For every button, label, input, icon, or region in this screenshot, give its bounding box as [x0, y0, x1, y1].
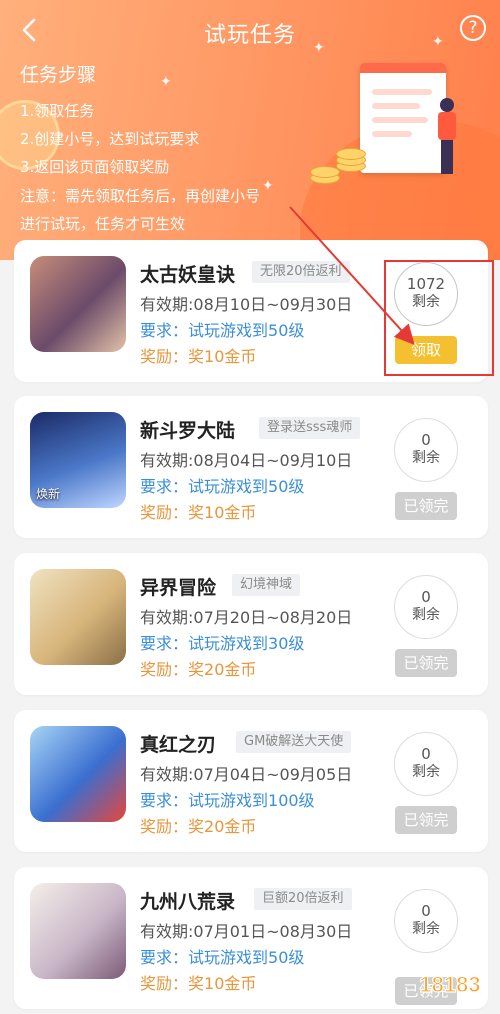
remaining-counter: 0 剩余 [394, 575, 458, 639]
game-thumbnail: 焕新 [30, 412, 126, 508]
requirement-row: 要求：试玩游戏到50级 [140, 321, 305, 340]
game-name: 新斗罗大陆 [140, 420, 236, 442]
claimed-out-button[interactable]: 已领完 [395, 492, 457, 520]
task-card[interactable]: 焕新 新斗罗大陆 登录送sss魂师 有效期:08月04日~09月10日 要求：试… [14, 396, 488, 538]
header-banner: 试玩任务 ? ✦ ✦ ✦ ✦ 任务步骤 1.领取任务 2.创建小号，达到试玩要求… [0, 0, 500, 260]
task-steps: 任务步骤 1.领取任务 2.创建小号，达到试玩要求 3.返回该页面领取奖励 注意… [20, 60, 260, 237]
step-item: 2.创建小号，达到试玩要求 [20, 130, 200, 148]
requirement-row: 要求：试玩游戏到50级 [140, 948, 305, 967]
document-icon [360, 63, 446, 173]
validity-row: 有效期:08月04日~09月10日 [140, 451, 353, 470]
game-name: 九州八荒录 [140, 891, 236, 913]
task-illustration [350, 58, 470, 188]
page-title: 试玩任务 [203, 23, 296, 48]
step-item: 3.返回该页面领取奖励 [20, 158, 170, 176]
game-tag: 巨额20倍返利 [254, 888, 352, 910]
person-icon [438, 98, 458, 178]
sparkle-icon: ✦ [432, 34, 444, 50]
game-thumbnail [30, 883, 126, 979]
game-tag: GM破解送大天使 [236, 731, 352, 753]
remaining-counter: 0 剩余 [394, 418, 458, 482]
game-thumbnail [30, 569, 126, 665]
reward-row: 奖励：奖20金币 [140, 660, 257, 679]
remaining-counter: 0 剩余 [394, 889, 458, 953]
validity-row: 有效期:07月20日~08月20日 [140, 608, 353, 627]
game-thumbnail [30, 726, 126, 822]
claimed-out-button[interactable]: 已领完 [395, 806, 457, 834]
game-name: 太古妖皇诀 [140, 264, 236, 286]
steps-title: 任务步骤 [20, 64, 97, 86]
thumbnail-caption: 焕新 [36, 487, 61, 501]
game-thumbnail [30, 256, 126, 352]
watermark-logo: 18183 [419, 971, 481, 997]
svg-text:18183: 18183 [419, 972, 480, 997]
help-button[interactable]: ? [460, 15, 486, 41]
task-card[interactable]: 真红之刃 GM破解送大天使 有效期:07月04日~09月05日 要求：试玩游戏到… [14, 710, 488, 852]
validity-row: 有效期:07月01日~08月30日 [140, 922, 353, 941]
game-tag: 登录送sss魂师 [259, 417, 361, 439]
highlight-box [384, 260, 494, 376]
requirement-row: 要求：试玩游戏到100级 [140, 791, 315, 810]
sparkle-icon: ✦ [262, 178, 274, 194]
validity-row: 有效期:07月04日~09月05日 [140, 765, 353, 784]
requirement-row: 要求：试玩游戏到50级 [140, 477, 305, 496]
game-tag: 幻境神域 [232, 574, 301, 596]
steps-note: 注意：需先领取任务后，再创建小号 [20, 187, 261, 205]
remaining-counter: 0 剩余 [394, 732, 458, 796]
steps-note: 进行试玩，任务才可生效 [20, 215, 186, 233]
task-card[interactable]: 异界冒险 幻境神域 有效期:07月20日~08月20日 要求：试玩游戏到30级 … [14, 553, 488, 695]
reward-row: 奖励：奖10金币 [140, 503, 257, 522]
validity-row: 有效期:08月10日~09月30日 [140, 295, 353, 314]
game-name: 真红之刃 [140, 734, 217, 756]
reward-row: 奖励：奖10金币 [140, 347, 257, 366]
sparkle-icon: ✦ [313, 40, 325, 56]
game-tag: 无限20倍返利 [252, 261, 350, 283]
reward-row: 奖励：奖20金币 [140, 817, 257, 836]
claimed-out-button[interactable]: 已领完 [395, 649, 457, 677]
reward-row: 奖励：奖10金币 [140, 974, 257, 993]
question-circle-icon: ? [468, 18, 478, 38]
game-name: 异界冒险 [140, 577, 217, 599]
step-item: 1.领取任务 [20, 102, 95, 120]
requirement-row: 要求：试玩游戏到30级 [140, 634, 305, 653]
